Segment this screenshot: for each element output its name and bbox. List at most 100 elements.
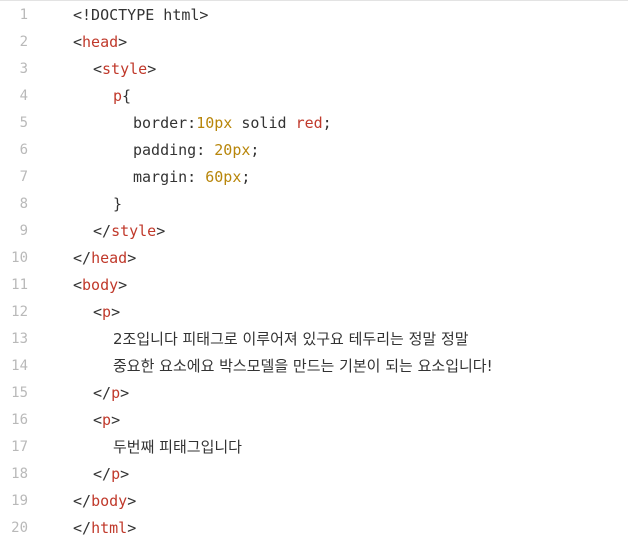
line-number: 20 [11, 520, 28, 536]
code-token: ; [322, 114, 332, 132]
code-token: > [120, 465, 130, 483]
code-line: 16 <p> [0, 407, 628, 434]
code-token: padding: [133, 141, 215, 159]
code-token: style [102, 60, 148, 78]
code-line: 17 두번째 피태그입니다 [0, 434, 628, 461]
code-token: < [93, 411, 103, 429]
code-token: </ [93, 465, 112, 483]
code-token: { [122, 87, 132, 105]
code-line: 6 padding: 20px; [0, 137, 628, 164]
line-number: 8 [19, 196, 28, 212]
code-line: 2 <head> [0, 29, 628, 56]
line-content: border:10px solid red; [133, 110, 332, 137]
line-content: </body> [73, 488, 136, 515]
code-token: > [118, 33, 128, 51]
line-content: <p> [93, 407, 120, 434]
code-line: 15 </p> [0, 380, 628, 407]
line-number: 13 [11, 331, 28, 347]
code-token: solid [232, 114, 296, 132]
code-token: </ [73, 519, 92, 537]
line-number: 18 [11, 466, 28, 482]
code-token: border: [133, 114, 197, 132]
line-number: 14 [11, 358, 28, 374]
code-token: <!DOCTYPE html> [73, 6, 209, 24]
code-token: > [111, 303, 121, 321]
code-token: > [118, 276, 128, 294]
code-line: 14 중요한 요소에요 박스모델을 만드는 기본이 되는 요소입니다! [0, 353, 628, 380]
code-token: </ [73, 492, 92, 510]
code-token: style [111, 222, 157, 240]
code-token: head [91, 249, 128, 267]
code-token: </ [93, 222, 112, 240]
code-token: head [82, 33, 119, 51]
code-line: 5 border:10px solid red; [0, 110, 628, 137]
code-line: 3 <style> [0, 56, 628, 83]
code-token: > [127, 519, 137, 537]
line-content: </style> [93, 218, 165, 245]
line-number: 2 [19, 34, 28, 50]
line-number: 3 [19, 61, 28, 77]
line-number: 9 [19, 223, 28, 239]
line-content: 두번째 피태그입니다 [113, 434, 242, 461]
code-line: 20 </html> [0, 515, 628, 540]
code-token: p [102, 411, 112, 429]
code-token: > [120, 384, 130, 402]
code-token: </ [93, 384, 112, 402]
code-token: < [93, 303, 103, 321]
line-number: 15 [11, 385, 28, 401]
line-number: 19 [11, 493, 28, 509]
code-token: ; [250, 141, 260, 159]
line-content: <p> [93, 299, 120, 326]
code-line: 9 </style> [0, 218, 628, 245]
code-token: body [82, 276, 119, 294]
code-token: 10px [196, 114, 233, 132]
line-content: margin: 60px; [133, 164, 250, 191]
code-line: 12 <p> [0, 299, 628, 326]
line-number: 17 [11, 439, 28, 455]
code-token: } [113, 195, 123, 213]
code-token: < [73, 33, 83, 51]
code-token: > [127, 492, 137, 510]
code-line: 4 p{ [0, 83, 628, 110]
line-content: 2조입니다 피태그로 이루어져 있구요 테두리는 정말 정말 [113, 326, 469, 353]
code-token: p [111, 465, 121, 483]
code-token: 20px [214, 141, 251, 159]
code-token: > [127, 249, 137, 267]
code-line: 13 2조입니다 피태그로 이루어져 있구요 테두리는 정말 정말 [0, 326, 628, 353]
line-content: 중요한 요소에요 박스모델을 만드는 기본이 되는 요소입니다! [113, 353, 493, 380]
code-line: 19 </body> [0, 488, 628, 515]
code-token: p [113, 87, 123, 105]
line-number: 7 [19, 169, 28, 185]
code-token: > [111, 411, 121, 429]
code-line: 18 </p> [0, 461, 628, 488]
code-token: < [93, 60, 103, 78]
code-token: 2조입니다 피태그로 이루어져 있구요 테두리는 정말 정말 [113, 330, 469, 348]
line-content: </p> [93, 461, 129, 488]
code-token: html [91, 519, 128, 537]
code-token: > [147, 60, 157, 78]
line-content: <head> [73, 29, 127, 56]
code-token: margin: [133, 168, 206, 186]
code-line: 11 <body> [0, 272, 628, 299]
line-content: <!DOCTYPE html> [73, 2, 208, 29]
code-token: 두번째 피태그입니다 [113, 438, 242, 456]
code-token: ; [241, 168, 251, 186]
line-number: 1 [19, 7, 28, 23]
code-token: red [295, 114, 323, 132]
line-content: <body> [73, 272, 127, 299]
code-token: </ [73, 249, 92, 267]
line-number: 10 [11, 250, 28, 266]
line-content: </head> [73, 245, 136, 272]
line-content: </html> [73, 515, 136, 540]
line-content: } [113, 191, 122, 218]
code-line: 8} [0, 191, 628, 218]
code-token: < [73, 276, 83, 294]
line-number: 11 [11, 277, 28, 293]
line-number: 16 [11, 412, 28, 428]
code-line: 7 margin: 60px; [0, 164, 628, 191]
code-token: body [91, 492, 128, 510]
code-token: 60px [205, 168, 242, 186]
line-number: 6 [19, 142, 28, 158]
code-token: > [156, 222, 166, 240]
line-content: <style> [93, 56, 156, 83]
